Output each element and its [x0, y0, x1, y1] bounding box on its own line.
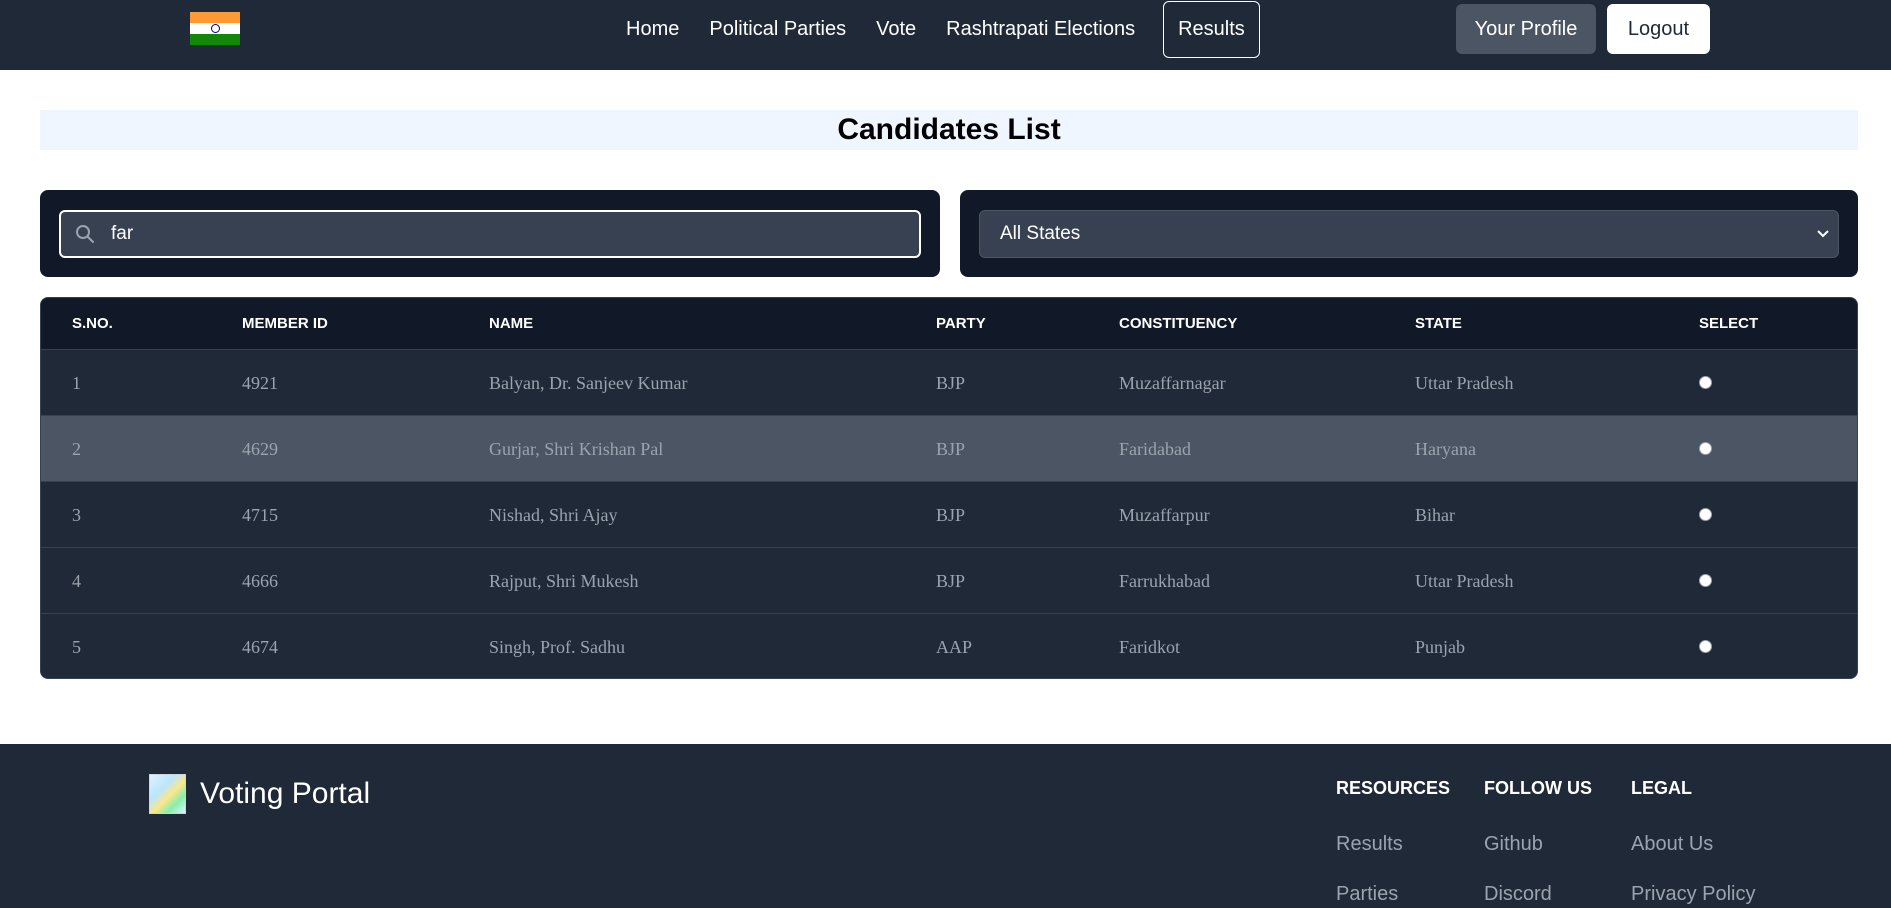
search-icon: [76, 225, 94, 243]
footer-link-github[interactable]: Github: [1484, 830, 1592, 858]
state-select-value: All States: [1000, 223, 1081, 244]
footer-col-legal: LEGAL About Us Privacy Policy: [1631, 774, 1755, 908]
col-header-select: SELECT: [1699, 315, 1759, 332]
select-radio[interactable]: [1699, 508, 1712, 521]
col-header-sno: S.NO.: [72, 315, 113, 332]
footer-brand: Voting Portal: [200, 777, 371, 810]
your-profile-button[interactable]: Your Profile: [1456, 4, 1596, 54]
search-card: [40, 190, 940, 277]
cell-state: Bihar: [1415, 505, 1455, 525]
nav-home[interactable]: Home: [626, 18, 679, 41]
select-radio[interactable]: [1699, 442, 1712, 455]
india-map-logo-icon: [149, 774, 186, 814]
col-header-constituency: CONSTITUENCY: [1119, 315, 1238, 332]
cell-name: Rajput, Shri Mukesh: [489, 571, 639, 591]
col-header-party: PARTY: [936, 315, 986, 332]
candidates-table: S.NO. MEMBER ID NAME PARTY CONSTITUENCY …: [40, 297, 1858, 679]
nav-links: Home Political Parties Vote Rashtrapati …: [626, 0, 1290, 58]
footer-link-discord[interactable]: Discord: [1484, 880, 1592, 908]
cell-member-id: 4629: [242, 439, 278, 459]
footer-link-privacy-policy[interactable]: Privacy Policy: [1631, 880, 1755, 908]
footer-heading: RESOURCES: [1336, 778, 1451, 798]
cell-name: Gurjar, Shri Krishan Pal: [489, 439, 664, 459]
cell-constituency: Farrukhabad: [1119, 571, 1210, 591]
cell-party: AAP: [936, 637, 973, 657]
cell-member-id: 4674: [242, 637, 278, 657]
cell-name: Singh, Prof. Sadhu: [489, 637, 626, 657]
table-row[interactable]: 1 4921 Balyan, Dr. Sanjeev Kumar BJP Muz…: [41, 349, 1857, 415]
cell-constituency: Faridabad: [1119, 439, 1191, 459]
cell-name: Balyan, Dr. Sanjeev Kumar: [489, 373, 688, 393]
nav-results[interactable]: Results: [1163, 0, 1260, 58]
cell-party: BJP: [936, 571, 966, 591]
search-field[interactable]: [59, 210, 921, 258]
state-select[interactable]: All States: [979, 210, 1839, 258]
cell-sno: 1: [72, 373, 81, 393]
cell-state: Punjab: [1415, 637, 1466, 657]
cell-member-id: 4715: [242, 505, 278, 525]
table-header: S.NO. MEMBER ID NAME PARTY CONSTITUENCY …: [41, 298, 1857, 349]
cell-sno: 2: [72, 439, 81, 459]
footer-heading: LEGAL: [1631, 778, 1692, 798]
nav-rashtrapati-elections[interactable]: Rashtrapati Elections: [946, 18, 1135, 41]
india-flag-icon[interactable]: [190, 12, 240, 45]
nav-political-parties[interactable]: Political Parties: [709, 18, 846, 41]
cell-sno: 5: [72, 637, 81, 657]
cell-constituency: Muzaffarnagar: [1119, 373, 1226, 393]
cell-sno: 3: [72, 505, 81, 525]
table-row[interactable]: 2 4629 Gurjar, Shri Krishan Pal BJP Fari…: [41, 415, 1857, 481]
cell-sno: 4: [72, 571, 81, 591]
cell-member-id: 4666: [242, 571, 278, 591]
table-row[interactable]: 4 4666 Rajput, Shri Mukesh BJP Farrukhab…: [41, 547, 1857, 613]
search-input[interactable]: [111, 212, 901, 256]
cell-state: Haryana: [1415, 439, 1476, 459]
chevron-down-icon: [1817, 230, 1829, 238]
select-radio[interactable]: [1699, 574, 1712, 587]
cell-state: Uttar Pradesh: [1415, 373, 1514, 393]
footer-link-parties[interactable]: Parties: [1336, 880, 1450, 908]
footer: Voting Portal RESOURCES Results Parties …: [0, 744, 1891, 908]
col-header-member-id: MEMBER ID: [242, 315, 328, 332]
col-header-state: STATE: [1415, 315, 1462, 332]
footer-heading: FOLLOW US: [1484, 778, 1592, 798]
col-header-name: NAME: [489, 315, 534, 332]
cell-party: BJP: [936, 505, 966, 525]
page-title: Candidates List: [837, 113, 1061, 146]
cell-constituency: Muzaffarpur: [1119, 505, 1210, 525]
cell-name: Nishad, Shri Ajay: [489, 505, 618, 525]
cell-party: BJP: [936, 373, 966, 393]
nav-vote[interactable]: Vote: [876, 18, 916, 41]
logout-button[interactable]: Logout: [1607, 4, 1710, 54]
cell-party: BJP: [936, 439, 966, 459]
footer-col-follow-us: FOLLOW US Github Discord: [1484, 774, 1592, 908]
select-radio[interactable]: [1699, 640, 1712, 653]
state-filter-card: All States: [960, 190, 1858, 277]
cell-member-id: 4921: [242, 373, 278, 393]
table-row[interactable]: 5 4674 Singh, Prof. Sadhu AAP Faridkot P…: [41, 613, 1857, 678]
footer-link-about-us[interactable]: About Us: [1631, 830, 1755, 858]
select-radio[interactable]: [1699, 376, 1712, 389]
page-title-bar: Candidates List: [40, 110, 1858, 150]
footer-link-results[interactable]: Results: [1336, 830, 1450, 858]
table-row[interactable]: 3 4715 Nishad, Shri Ajay BJP Muzaffarpur…: [41, 481, 1857, 547]
cell-constituency: Faridkot: [1119, 637, 1180, 657]
navbar: Home Political Parties Vote Rashtrapati …: [0, 0, 1891, 70]
footer-col-resources: RESOURCES Results Parties: [1336, 774, 1450, 908]
cell-state: Uttar Pradesh: [1415, 571, 1514, 591]
